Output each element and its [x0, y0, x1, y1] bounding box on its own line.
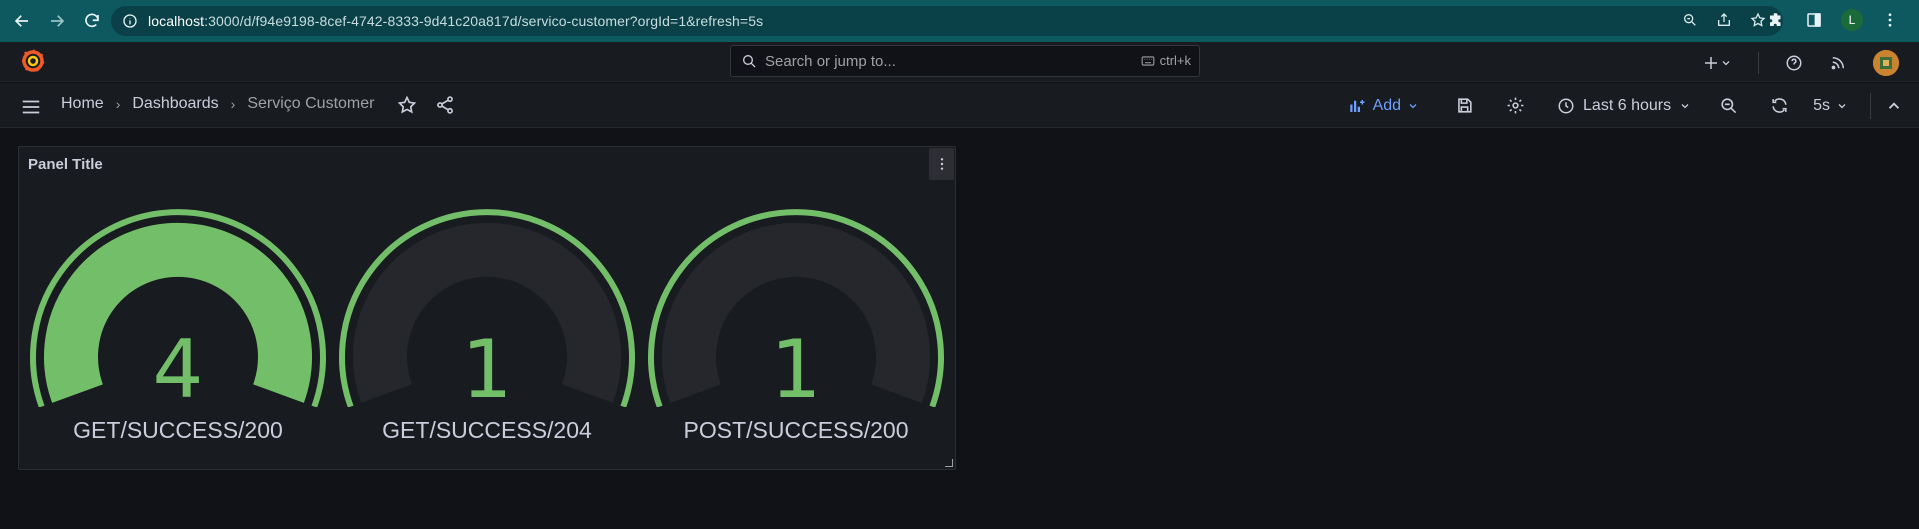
- gauge: 4 GET/SUCCESS/200: [28, 207, 328, 467]
- url-text: localhost:3000/d/f94e9198-8cef-4742-8333…: [148, 13, 763, 29]
- favorite-star-icon[interactable]: [397, 95, 417, 120]
- chevron-down-icon: [1838, 103, 1846, 108]
- gauge: 1 GET/SUCCESS/204: [337, 207, 637, 467]
- news-rss-icon[interactable]: [1829, 54, 1847, 72]
- grafana-logo-icon[interactable]: [20, 48, 46, 74]
- share-icon[interactable]: [435, 95, 455, 120]
- back-button[interactable]: [9, 8, 35, 34]
- extensions-icon[interactable]: [1765, 9, 1787, 31]
- save-dashboard-icon[interactable]: [1455, 96, 1474, 115]
- settings-gear-icon[interactable]: [1506, 96, 1525, 115]
- breadcrumb-home[interactable]: Home: [61, 95, 104, 113]
- chevron-right-icon: ›: [230, 96, 236, 112]
- user-avatar[interactable]: [1873, 50, 1899, 76]
- browser-toolbar: localhost:3000/d/f94e9198-8cef-4742-8333…: [0, 0, 1919, 42]
- dashboard-nav-bar: Home › Dashboards › Serviço Customer Add…: [0, 83, 1919, 128]
- search-input[interactable]: Search or jump to... ctrl+k: [730, 45, 1200, 77]
- clock-icon: [1558, 98, 1574, 113]
- divider: [1870, 92, 1871, 119]
- shortcut-text: ctrl+k: [1159, 53, 1191, 68]
- search-icon: [741, 53, 757, 69]
- zoom-out-icon[interactable]: [1719, 96, 1738, 115]
- refresh-interval-label: 5s: [1813, 96, 1830, 114]
- breadcrumb: Home › Dashboards › Serviço Customer: [61, 95, 374, 113]
- plus-icon: [1705, 57, 1717, 69]
- shortcut-hint: ctrl+k: [1140, 53, 1191, 68]
- chevron-down-icon: [1722, 61, 1730, 66]
- panel-title[interactable]: Panel Title: [28, 156, 103, 173]
- add-label: Add: [1372, 96, 1402, 114]
- breadcrumb-current: Serviço Customer: [247, 95, 375, 112]
- gauge-value: 1: [770, 323, 822, 416]
- chevron-down-icon: [1681, 103, 1689, 108]
- add-panel-icon: [1349, 99, 1365, 112]
- zoom-icon[interactable]: [1681, 11, 1699, 29]
- gauge-label: GET/SUCCESS/204: [382, 417, 592, 443]
- browser-menu-icon[interactable]: [1879, 9, 1901, 31]
- share-page-icon[interactable]: [1715, 11, 1733, 29]
- url-host: localhost: [148, 13, 205, 29]
- gauge-value: 1: [461, 323, 513, 416]
- divider: [1758, 52, 1759, 74]
- forward-button[interactable]: [44, 8, 70, 34]
- grafana-top-bar: Search or jump to... ctrl+k: [0, 42, 1919, 82]
- keyboard-icon: [1141, 55, 1154, 66]
- resize-handle[interactable]: [945, 459, 953, 467]
- time-range-picker[interactable]: Last 6 hours: [1557, 97, 1691, 115]
- new-menu-button[interactable]: [1702, 54, 1732, 72]
- panel-menu-icon[interactable]: [929, 148, 954, 180]
- gauge-panel: Panel Title 4 GET/SUCCESS/200 1 GET/SUCC…: [18, 146, 956, 470]
- gauge: 1 POST/SUCCESS/200: [646, 207, 946, 467]
- search-placeholder: Search or jump to...: [765, 52, 896, 70]
- add-button[interactable]: Add: [1347, 97, 1419, 115]
- address-bar[interactable]: localhost:3000/d/f94e9198-8cef-4742-8333…: [111, 6, 1783, 36]
- chevron-down-icon: [1409, 103, 1417, 108]
- collapse-chevron-up-icon[interactable]: [1885, 97, 1903, 115]
- menu-hamburger-icon[interactable]: [20, 96, 42, 123]
- refresh-icon: [1772, 98, 1787, 113]
- time-range-label: Last 6 hours: [1583, 96, 1672, 114]
- site-info-icon[interactable]: [120, 11, 140, 31]
- breadcrumb-dashboards[interactable]: Dashboards: [132, 95, 218, 113]
- chevron-right-icon: ›: [115, 96, 121, 112]
- gauge-label: POST/SUCCESS/200: [683, 417, 909, 443]
- reload-button[interactable]: [79, 8, 105, 34]
- gauge-value: 4: [152, 323, 204, 416]
- side-panel-icon[interactable]: [1803, 9, 1825, 31]
- gauge-label: GET/SUCCESS/200: [73, 417, 283, 443]
- refresh-picker[interactable]: 5s: [1770, 96, 1848, 115]
- help-icon[interactable]: [1785, 54, 1803, 72]
- profile-avatar[interactable]: L: [1841, 9, 1863, 31]
- url-path: :3000/d/f94e9198-8cef-4742-8333-9d41c20a…: [204, 13, 764, 29]
